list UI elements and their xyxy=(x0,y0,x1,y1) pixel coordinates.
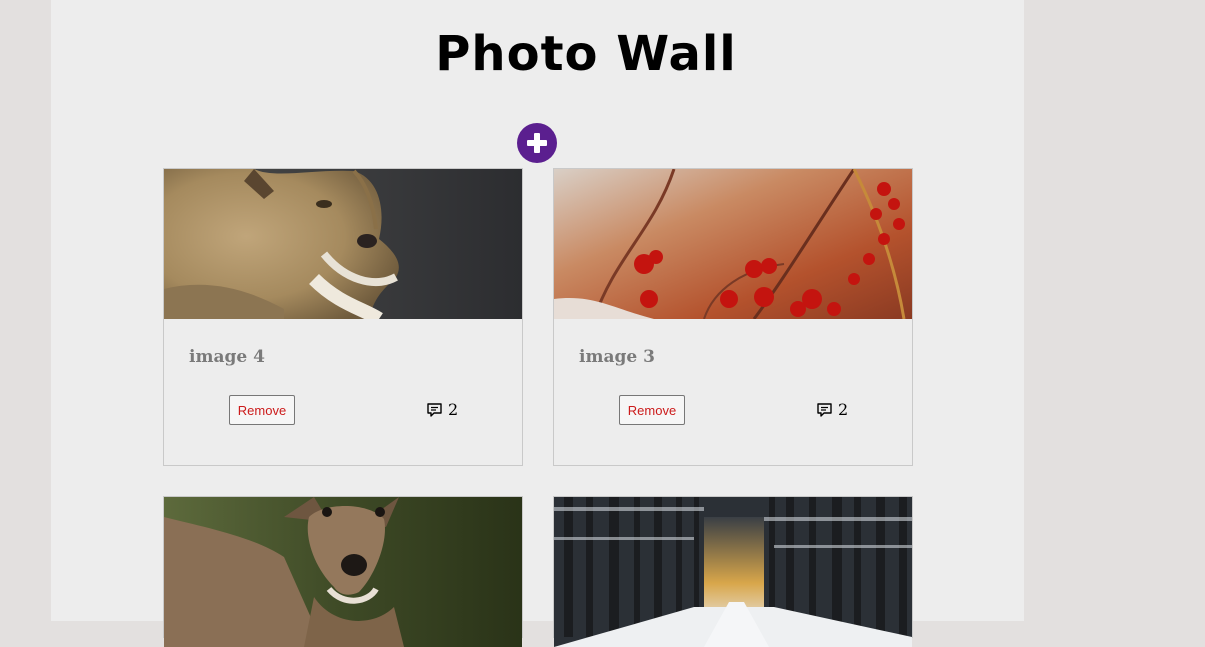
add-photo-button[interactable] xyxy=(517,123,557,163)
comments-link[interactable]: 2 xyxy=(427,400,458,419)
plus-icon xyxy=(527,133,547,153)
remove-button[interactable]: Remove xyxy=(229,395,295,425)
photo-card xyxy=(163,496,523,647)
red-berries-photo[interactable] xyxy=(554,169,912,319)
snowy-forest-photo[interactable] xyxy=(554,497,912,647)
photo-card xyxy=(553,496,913,647)
comment-icon xyxy=(427,402,442,417)
photo-caption: image 4 xyxy=(189,347,265,367)
photo-card: image 3 Remove 2 xyxy=(553,168,913,466)
comment-count: 2 xyxy=(838,400,849,419)
lioness-photo[interactable] xyxy=(164,169,522,319)
deer-photo[interactable] xyxy=(164,497,522,647)
comment-count: 2 xyxy=(448,400,459,419)
comment-icon xyxy=(817,402,832,417)
page-container: Photo Wall image 4 Remove 2 image 3 Remo… xyxy=(51,0,1024,647)
comments-link[interactable]: 2 xyxy=(817,400,848,419)
photo-card: image 4 Remove 2 xyxy=(163,168,523,466)
remove-button[interactable]: Remove xyxy=(619,395,685,425)
page-title: Photo Wall xyxy=(435,26,737,82)
photo-caption: image 3 xyxy=(579,347,655,367)
